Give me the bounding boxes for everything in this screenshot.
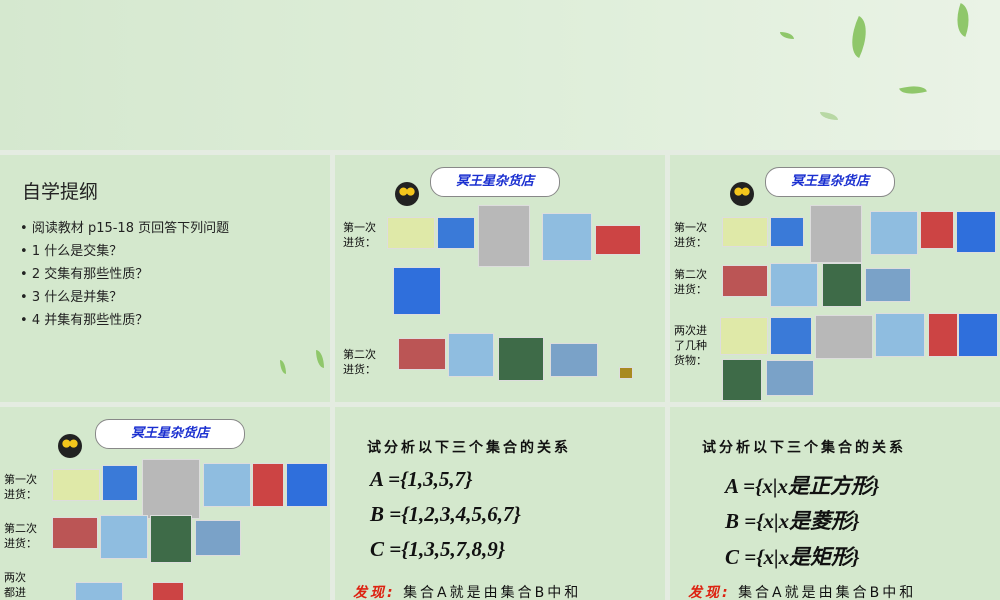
slide-thumbnail-5[interactable]: 试分析以下三个集合的关系 A ={1,3,5,7} B ={1,2,3,4,5,… [335,407,665,600]
smiley-icon [395,182,419,206]
leaf-icon [950,3,976,37]
toothbrush-image [152,582,184,600]
finding-label: 发现: [688,585,731,600]
dustpan-image [958,313,998,357]
bullet-item: 阅读教材 p15-18 页回答下列问题 [20,217,229,240]
pants-image [150,515,192,563]
toothbrush-image [928,313,958,357]
leaf-icon [780,32,794,39]
slide-thumbnail-2[interactable]: 冥王星杂货店 第一次进货： 第二次进货： [335,155,665,402]
dustpan-image [956,211,996,253]
slippers-image [870,211,918,255]
trashcan-image [478,205,530,267]
trashcan-image [810,205,862,263]
finding-text: 发现: 集合A就是由集合B中和 [688,582,916,600]
label-second: 第二次进货： [674,268,707,296]
bullet-item: 2 交集有那些性质？ [20,263,229,286]
slide-thumbnail-6[interactable]: 试分析以下三个集合的关系 A ={x|x是正方形} B ={x|x是菱形} C … [670,407,1000,600]
label-both: 两次都进 [4,571,26,599]
slippers-image [75,582,123,600]
slippers-image [203,463,251,507]
comb-image [865,268,911,302]
cup-image [437,217,475,249]
label-first: 第一次进货： [343,221,376,249]
label-both: 两次进了几种货物： [674,324,707,367]
leaf-icon [316,350,324,368]
toothbrush-image [52,517,98,549]
smiley-icon [730,182,754,206]
leaf-icon [842,15,876,59]
label-second: 第二次进货： [4,522,37,550]
toothbrush-image [595,225,641,255]
trashcan-image [142,459,200,519]
label-second: 第二次进货： [343,348,376,376]
slide-heading: 试分析以下三个集合的关系 [702,440,906,456]
slippers-image [770,263,818,307]
comb-image [195,520,241,556]
toothbrush-image [920,211,954,249]
pants-image [822,263,862,307]
slippers-image [875,313,925,357]
leaf-icon [899,81,927,99]
toothbrush-image [722,265,768,297]
slide-thumbnail-4[interactable]: 冥王星杂货店 第一次进货： 第二次进货： 两次都进 [0,407,330,600]
slippers-image [448,333,494,377]
set-b-formula: B ={x|x是菱形} [725,509,860,533]
set-c-formula: C ={1,3,5,7,8,9} [370,537,506,561]
toothbrush-image [252,463,284,507]
label-first: 第一次进货： [4,473,37,501]
sound-icon[interactable] [619,367,633,379]
soap-image [720,317,768,355]
cup-image [102,465,138,501]
store-logo: 冥王星杂货店 [95,419,245,449]
toothbrush-image [398,338,446,370]
bullet-item: 4 并集有那些性质？ [20,309,229,332]
pants-image [498,337,544,381]
finding-label: 发现: [353,585,396,600]
finding-body: 集合A就是由集合B中和 [738,585,917,600]
dustpan-image [393,267,441,315]
slide-title: 自学提纲 [22,181,99,203]
leaf-icon [820,112,838,120]
finding-text: 发现: 集合A就是由集合B中和 [353,582,581,600]
bullet-item: 3 什么是并集？ [20,286,229,309]
trashcan-image [815,315,873,359]
slide-thumbnail-1[interactable]: 自学提纲 阅读教材 p15-18 页回答下列问题 1 什么是交集？ 2 交集有那… [0,155,330,402]
soap-image [722,217,768,247]
cup-image [770,217,804,247]
slippers-image [100,515,148,559]
store-logo: 冥王星杂货店 [765,167,895,197]
slippers-image [542,213,592,261]
set-a-formula: A ={x|x是正方形} [725,474,880,498]
soap-image [52,469,100,501]
smiley-icon [58,434,82,458]
dustpan-image [286,463,328,507]
comb-image [766,360,814,396]
bullet-item: 1 什么是交集？ [20,240,229,263]
comb-image [550,343,598,377]
set-b-formula: B ={1,2,3,4,5,6,7} [370,502,521,526]
slide-background-banner [0,0,1000,150]
bullet-list: 阅读教材 p15-18 页回答下列问题 1 什么是交集？ 2 交集有那些性质？ … [20,217,229,332]
store-logo: 冥王星杂货店 [430,167,560,197]
slide-heading: 试分析以下三个集合的关系 [367,440,571,456]
pants-image [722,359,762,401]
leaf-icon [280,360,286,374]
finding-body: 集合A就是由集合B中和 [403,585,582,600]
slide-thumbnail-3[interactable]: 冥王星杂货店 第一次进货： 第二次进货： 两次进了几种货物： [670,155,1000,402]
set-c-formula: C ={x|x是矩形} [725,545,860,569]
label-first: 第一次进货： [674,221,707,249]
set-a-formula: A ={1,3,5,7} [370,467,473,491]
cup-image [770,317,812,355]
soap-image [387,217,435,249]
